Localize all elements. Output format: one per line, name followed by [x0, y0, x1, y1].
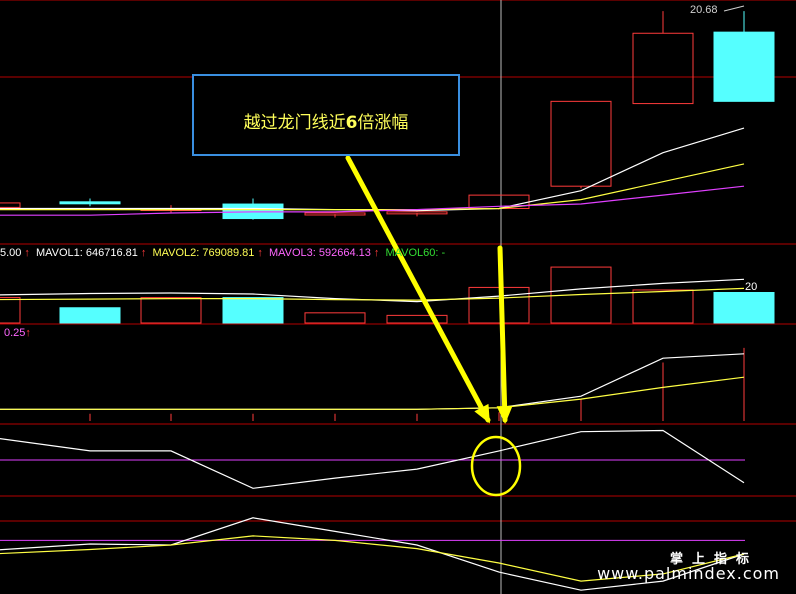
up-arrow-icon: ↑ [25, 327, 31, 339]
volume-ma-yellow [0, 287, 745, 301]
indicator1-white [0, 353, 745, 410]
volume-bar [0, 297, 21, 324]
watermark-url: www.palmindex.com [597, 564, 780, 583]
indicator1-yellow [0, 376, 745, 410]
candle-body [0, 202, 21, 208]
high-pointer-line [723, 5, 745, 12]
candle-body [550, 100, 612, 187]
annotation-highlight: 6 [345, 113, 358, 133]
annotation-arrow-left [345, 155, 491, 423]
candle-body [386, 211, 448, 215]
mavol2-label: MAVOL2: 769089.81 [152, 247, 255, 259]
mavol3-label: MAVOL3: 592664.13 [268, 247, 371, 259]
annotation-text-part: 倍涨幅 [357, 113, 409, 133]
indicator-value: 0.25 [4, 327, 26, 339]
indicator-label: 0.25↑ [4, 327, 31, 339]
up-arrow-icon: ↑ [24, 247, 30, 259]
candle-body [59, 201, 121, 205]
candle-body [713, 31, 775, 102]
volume-bar [222, 297, 284, 324]
volume-bar [59, 307, 121, 324]
mavol-prefix: 5.00 [0, 247, 22, 259]
annotation-text: 越过龙门线近6倍涨幅 [194, 108, 458, 133]
annotation-text-part: 越过龙门线近 [243, 113, 346, 133]
annotation-box: 越过龙门线近6倍涨幅 [192, 74, 460, 156]
indicator2-white [0, 429, 745, 489]
volume-ma-white [0, 278, 745, 303]
mavol-legend: 5.00 ↑ MAVOL1: 646716.81 ↑ MAVOL2: 769089.… [0, 246, 448, 260]
highlight-circle [470, 435, 522, 497]
up-arrow-icon: ↑ [373, 247, 380, 259]
volume-value-label: 20 [745, 281, 758, 293]
mavol1-label: MAVOL1: 646716.81 [35, 247, 138, 259]
candle-body [304, 212, 366, 216]
high-price-label: 20.68 [690, 4, 718, 16]
volume-bar [632, 289, 694, 324]
volume-bar [140, 297, 202, 324]
candle-body [632, 32, 694, 105]
volume-bar [304, 312, 366, 324]
up-arrow-icon: ↑ [257, 247, 263, 259]
up-arrow-icon: ↑ [140, 247, 147, 259]
volume-bar [713, 292, 775, 324]
mavol60-label: MAVOL60: - [385, 247, 446, 259]
